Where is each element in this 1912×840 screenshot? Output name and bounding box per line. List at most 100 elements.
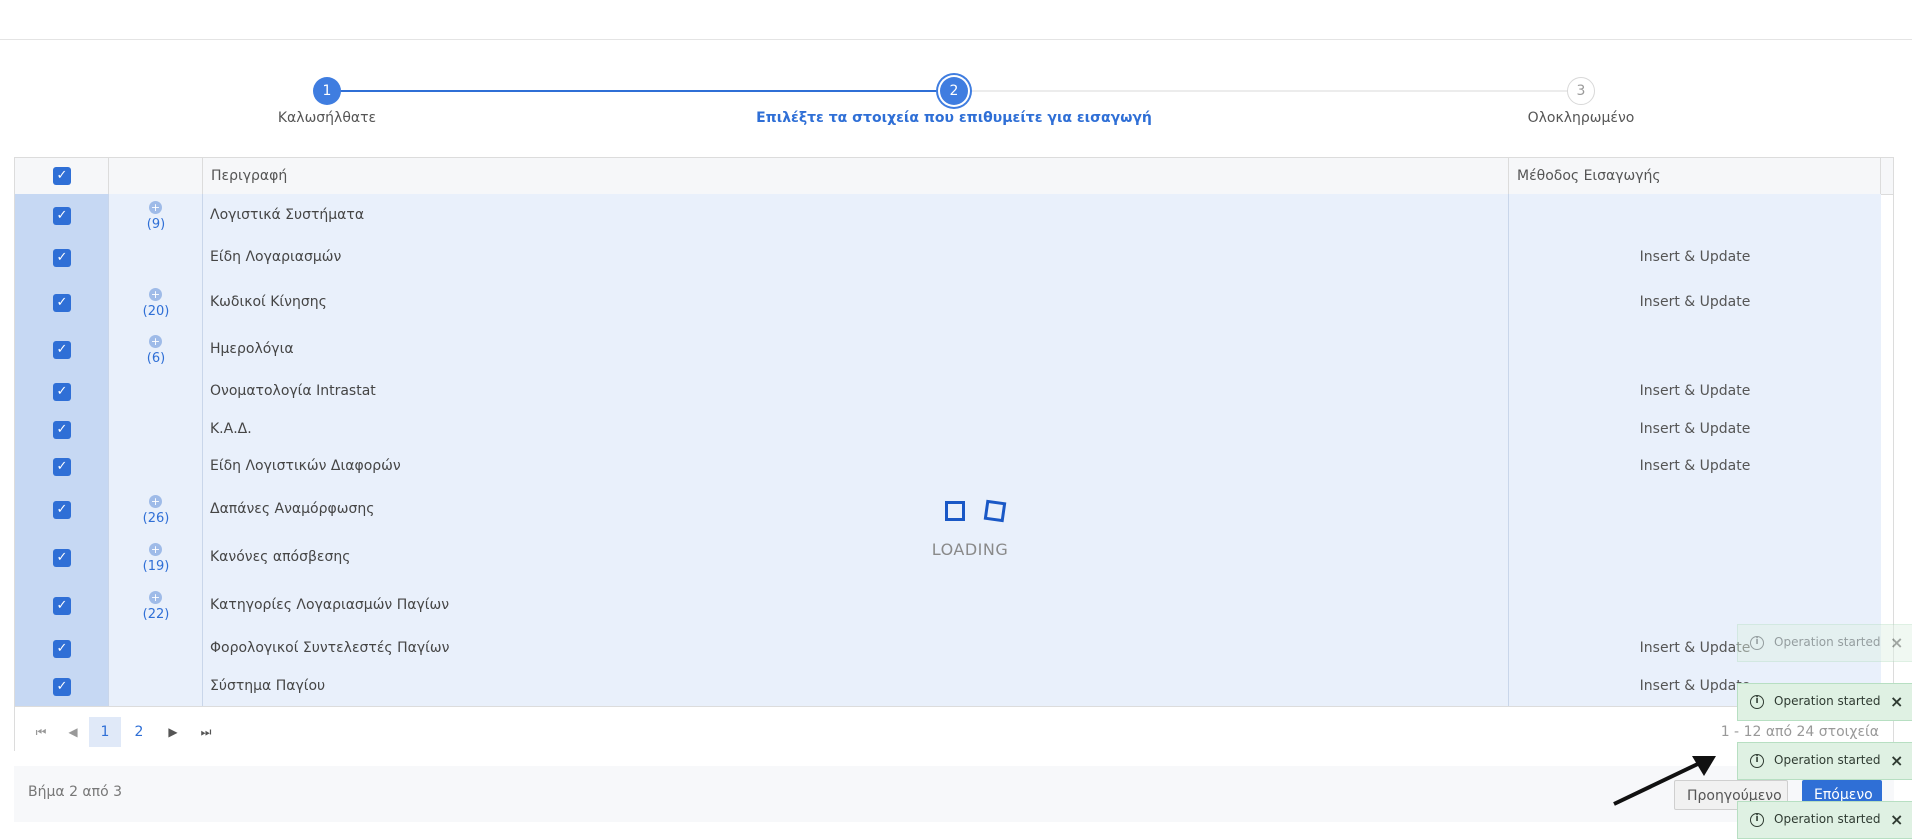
expand-icon[interactable]: +	[149, 201, 162, 214]
row-checkbox[interactable]: ✓	[53, 249, 71, 267]
description-column-header[interactable]: Περιγραφή	[203, 158, 1509, 194]
description-cell: Ημερολόγια	[203, 326, 1509, 373]
info-icon: i	[1750, 695, 1764, 709]
table-row[interactable]: ✓ + (22) Κατηγορίες Λογαριασμών Παγίων	[15, 582, 1881, 630]
method-cell[interactable]	[1509, 486, 1881, 534]
description-cell: Δαπάνες Αναμόρφωσης	[203, 486, 1509, 534]
table-row[interactable]: ✓ Είδη Λογιστικών Διαφορών Insert & Update	[15, 448, 1881, 486]
prev-page-icon[interactable]: ◀	[57, 717, 89, 747]
table-row[interactable]: ✓ + (20) Κωδικοί Κίνησης Insert & Update	[15, 279, 1881, 326]
row-checkbox[interactable]: ✓	[53, 341, 71, 359]
row-description: Κατηγορίες Λογαριασμών Παγίων	[210, 597, 450, 613]
row-hierarchy-cell: + (9)	[109, 194, 203, 237]
method-cell[interactable]: Insert & Update	[1509, 411, 1881, 448]
row-checkbox[interactable]: ✓	[53, 549, 71, 567]
row-description: Φορολογικοί Συντελεστές Παγίων	[210, 640, 450, 656]
row-checkbox[interactable]: ✓	[53, 207, 71, 225]
description-cell: Είδη Λογαριασμών	[203, 237, 1509, 279]
description-cell: Κ.Α.Δ.	[203, 411, 1509, 448]
description-cell: Ονοματολογία Intrastat	[203, 373, 1509, 411]
close-icon[interactable]: ×	[1890, 692, 1903, 711]
row-hierarchy-cell	[109, 630, 203, 668]
step-1-indicator[interactable]: 1	[313, 77, 341, 105]
row-checkbox[interactable]: ✓	[53, 294, 71, 312]
row-checkbox[interactable]: ✓	[53, 458, 71, 476]
description-cell: Φορολογικοί Συντελεστές Παγίων	[203, 630, 1509, 668]
method-cell[interactable]: Insert & Update	[1509, 373, 1881, 411]
row-select-cell: ✓	[15, 668, 109, 706]
wizard-stepper: 1 2 3 Καλωσήλθατε Επιλέξτε τα στοιχεία π…	[0, 70, 1912, 140]
loading-text: LOADING	[931, 540, 1009, 559]
method-cell[interactable]	[1509, 326, 1881, 373]
step-1-label: Καλωσήλθατε	[277, 110, 377, 126]
info-icon: i	[1750, 754, 1764, 768]
first-page-icon[interactable]: ⏮	[25, 717, 57, 747]
row-select-cell: ✓	[15, 534, 109, 582]
method-cell[interactable]	[1509, 582, 1881, 630]
expand-icon[interactable]: +	[149, 591, 162, 604]
method-column-header[interactable]: Μέθοδος Εισαγωγής	[1509, 158, 1881, 194]
page-button-1[interactable]: 1	[89, 717, 121, 747]
method-cell[interactable]: Insert & Update	[1509, 237, 1881, 279]
row-hierarchy-cell: + (6)	[109, 326, 203, 373]
info-icon: i	[1750, 636, 1764, 650]
row-select-cell: ✓	[15, 237, 109, 279]
top-bar	[0, 0, 1912, 40]
table-row[interactable]: ✓ + (6) Ημερολόγια	[15, 326, 1881, 373]
row-description: Κωδικοί Κίνησης	[210, 294, 327, 310]
import-items-grid: ✓ Περιγραφή Μέθοδος Εισαγωγής ✓ + (9) Λογισ…	[14, 157, 1894, 751]
page-button-2[interactable]: 2	[123, 717, 155, 747]
row-checkbox[interactable]: ✓	[53, 421, 71, 439]
row-method: Insert & Update	[1639, 421, 1751, 437]
row-method: Insert & Update	[1639, 383, 1751, 399]
toast-text: Operation started	[1774, 812, 1881, 826]
row-checkbox[interactable]: ✓	[53, 501, 71, 519]
close-icon[interactable]: ×	[1890, 751, 1903, 770]
grid-header: ✓ Περιγραφή Μέθοδος Εισαγωγής	[15, 158, 1893, 195]
row-select-cell: ✓	[15, 411, 109, 448]
row-hierarchy-cell: + (20)	[109, 279, 203, 326]
row-checkbox[interactable]: ✓	[53, 597, 71, 615]
select-all-checkbox[interactable]: ✓	[53, 167, 71, 185]
step-3-indicator[interactable]: 3	[1567, 77, 1595, 105]
table-row[interactable]: ✓ Κ.Α.Δ. Insert & Update	[15, 411, 1881, 448]
row-checkbox[interactable]: ✓	[53, 383, 71, 401]
close-icon[interactable]: ×	[1890, 633, 1903, 652]
toast-text: Operation started	[1774, 694, 1881, 708]
table-row[interactable]: ✓ Ονοματολογία Intrastat Insert & Update	[15, 373, 1881, 411]
description-cell: Σύστημα Παγίου	[203, 668, 1509, 706]
method-cell[interactable]: Insert & Update	[1509, 448, 1881, 486]
row-select-cell: ✓	[15, 373, 109, 411]
child-count: (19)	[142, 559, 170, 574]
close-icon[interactable]: ×	[1890, 810, 1903, 829]
row-hierarchy-cell	[109, 411, 203, 448]
notification-toast: i Operation started ×	[1737, 624, 1912, 662]
row-method: Insert & Update	[1639, 249, 1751, 265]
next-page-icon[interactable]: ▶	[157, 717, 189, 747]
method-cell[interactable]	[1509, 534, 1881, 582]
row-select-cell: ✓	[15, 279, 109, 326]
grid-pager: ⏮ ◀ 1 2 ▶ ⏭ 1 - 12 από 24 στοιχεία	[15, 706, 1893, 751]
row-select-cell: ✓	[15, 630, 109, 668]
table-row[interactable]: ✓ + (9) Λογιστικά Συστήματα	[15, 194, 1881, 237]
row-checkbox[interactable]: ✓	[53, 640, 71, 658]
row-hierarchy-cell	[109, 668, 203, 706]
pointer-arrow-icon	[1613, 756, 1716, 806]
stepper-line-pending	[954, 90, 1580, 92]
row-method: Insert & Update	[1639, 458, 1751, 474]
table-row[interactable]: ✓ Φορολογικοί Συντελεστές Παγίων Insert & …	[15, 630, 1881, 668]
method-cell[interactable]: Insert & Update	[1509, 279, 1881, 326]
step-2-indicator[interactable]: 2	[940, 77, 968, 105]
expand-icon[interactable]: +	[149, 495, 162, 508]
row-description: Δαπάνες Αναμόρφωσης	[210, 501, 375, 517]
info-icon: i	[1750, 813, 1764, 827]
last-page-icon[interactable]: ⏭	[190, 717, 222, 747]
expand-icon[interactable]: +	[149, 288, 162, 301]
description-cell: Κωδικοί Κίνησης	[203, 279, 1509, 326]
row-checkbox[interactable]: ✓	[53, 678, 71, 696]
method-cell[interactable]	[1509, 194, 1881, 237]
table-row[interactable]: ✓ Είδη Λογαριασμών Insert & Update	[15, 237, 1881, 279]
expand-icon[interactable]: +	[149, 335, 162, 348]
table-row[interactable]: ✓ Σύστημα Παγίου Insert & Update	[15, 668, 1881, 706]
expand-icon[interactable]: +	[149, 543, 162, 556]
